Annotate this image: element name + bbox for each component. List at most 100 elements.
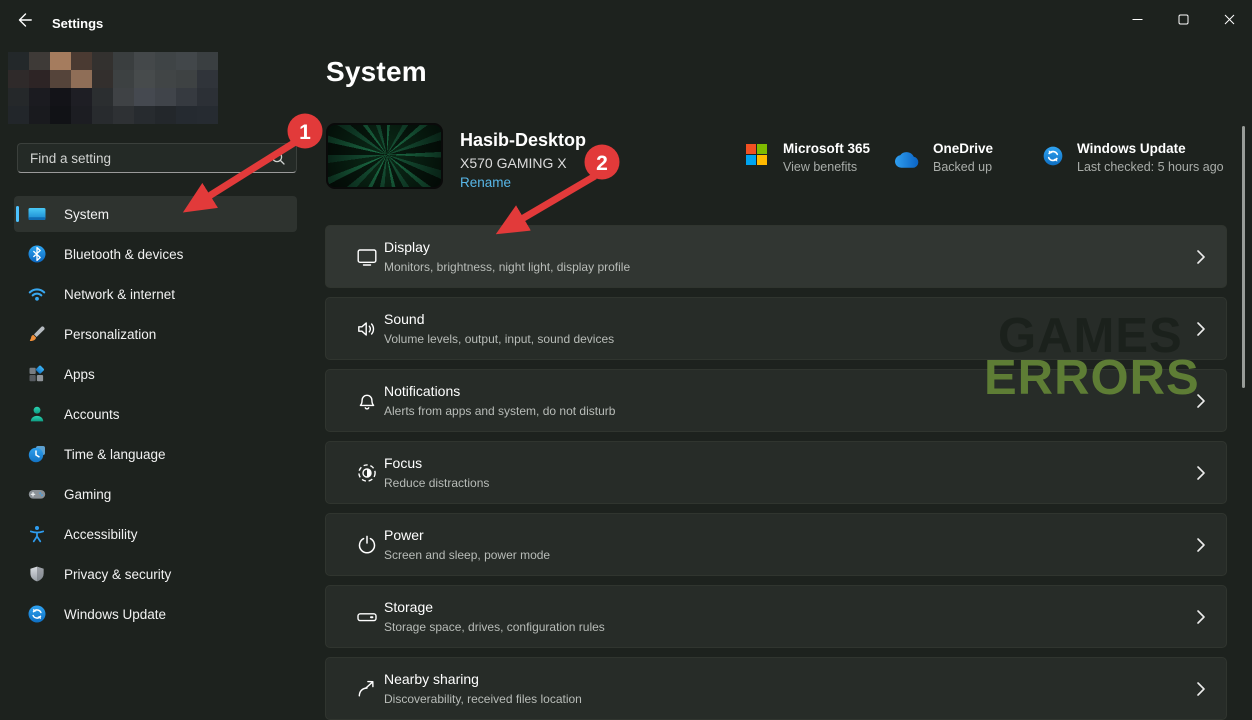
settings-item-title: Notifications [384,383,615,399]
status-card-title: Windows Update [1077,141,1224,156]
status-card-title: OneDrive [933,141,993,156]
page-title: System [326,56,427,88]
maximize-button[interactable] [1160,0,1206,38]
nearby-sharing-icon [355,677,379,701]
annotation-number-1: 1 [299,121,311,144]
status-card-subtitle: View benefits [783,160,870,174]
settings-window: Settings System [0,0,1252,711]
settings-item-title: Sound [384,311,614,327]
app-title: Settings [52,16,103,31]
sidebar-item-network-internet[interactable]: Network & internet [14,276,297,312]
maximize-icon [1178,14,1189,25]
sidebar-item-label: Time & language [64,447,166,462]
shield-icon [27,564,47,584]
minimize-button[interactable] [1114,0,1160,38]
annotation-number-2: 2 [596,152,608,175]
status-card-microsoft-365[interactable]: Microsoft 365 View benefits [746,141,870,174]
settings-item-focus[interactable]: Focus Reduce distractions [325,441,1227,504]
settings-item-title: Display [384,239,630,255]
person-icon [27,404,47,424]
sidebar-item-system[interactable]: System [14,196,297,232]
search-input[interactable] [18,151,270,166]
settings-item-storage[interactable]: Storage Storage space, drives, configura… [325,585,1227,648]
chevron-right-icon [1196,681,1206,697]
search-icon [270,150,286,166]
status-card-onedrive[interactable]: OneDrive Backed up [894,141,993,174]
apps-icon [27,364,47,384]
settings-item-subtitle: Screen and sleep, power mode [384,548,550,562]
scrollbar[interactable] [1242,126,1245,388]
bluetooth-icon [27,244,47,264]
settings-item-title: Focus [384,455,489,471]
sidebar-item-label: System [64,207,109,222]
sidebar-item-apps[interactable]: Apps [14,356,297,392]
minimize-icon [1132,14,1143,25]
sidebar-item-label: Apps [64,367,95,382]
settings-item-power[interactable]: Power Screen and sleep, power mode [325,513,1227,576]
annotation-arrow-2 [503,176,595,230]
settings-list: Display Monitors, brightness, night ligh… [325,225,1227,720]
settings-item-subtitle: Storage space, drives, configuration rul… [384,620,605,634]
sidebar-item-label: Gaming [64,487,111,502]
status-card-windows-update[interactable]: Windows Update Last checked: 5 hours ago [1042,141,1224,174]
close-icon [1224,14,1235,25]
brush-icon [27,324,47,344]
gamepad-icon [27,484,47,504]
sidebar-item-label: Bluetooth & devices [64,247,183,262]
settings-item-subtitle: Alerts from apps and system, do not dist… [384,404,615,418]
sidebar-item-personalization[interactable]: Personalization [14,316,297,352]
titlebar: Settings [0,0,1252,40]
windows-update-icon [27,604,47,624]
rename-link[interactable]: Rename [460,175,511,190]
notifications-bell-icon [355,389,379,413]
status-card-title: Microsoft 365 [783,141,870,156]
sidebar-item-bluetooth-devices[interactable]: Bluetooth & devices [14,236,297,272]
status-card-subtitle: Last checked: 5 hours ago [1077,160,1224,174]
settings-item-subtitle: Monitors, brightness, night light, displ… [384,260,630,274]
clock-globe-icon [27,444,47,464]
annotation-badge-2 [585,145,620,180]
sidebar-item-gaming[interactable]: Gaming [14,476,297,512]
wifi-icon [27,284,47,304]
sound-icon [355,317,379,341]
device-wallpaper-thumbnail [326,123,443,189]
sidebar-item-label: Accounts [64,407,120,422]
power-icon [355,533,379,557]
sidebar-item-windows-update[interactable]: Windows Update [14,596,297,632]
close-button[interactable] [1206,0,1252,38]
watermark-errors: ERRORS [984,350,1200,406]
settings-item-title: Nearby sharing [384,671,582,687]
chevron-right-icon [1196,537,1206,553]
sidebar-item-time-language[interactable]: Time & language [14,436,297,472]
storage-drive-icon [355,605,379,629]
chevron-right-icon [1196,249,1206,265]
back-arrow-icon [16,11,34,29]
settings-item-display[interactable]: Display Monitors, brightness, night ligh… [325,225,1227,288]
accessibility-person-icon [27,524,47,544]
microsoft-logo-icon [746,144,767,165]
device-model: X570 GAMING X [460,155,567,171]
search-box[interactable] [17,143,297,173]
sidebar-nav: System Bluetooth & devices Network & int… [14,196,297,636]
user-avatar-blurred[interactable] [8,52,218,124]
sidebar-item-label: Accessibility [64,527,138,542]
sidebar-item-label: Windows Update [64,607,166,622]
status-card-subtitle: Backed up [933,160,993,174]
back-button[interactable] [10,7,40,33]
onedrive-cloud-icon [894,150,924,169]
settings-item-title: Storage [384,599,605,615]
focus-icon [355,461,379,485]
selection-indicator [16,206,19,222]
chevron-right-icon [1196,465,1206,481]
sidebar-item-privacy-security[interactable]: Privacy & security [14,556,297,592]
chevron-right-icon [1196,321,1206,337]
settings-item-subtitle: Reduce distractions [384,476,489,490]
window-controls [1114,0,1252,38]
sidebar-item-accounts[interactable]: Accounts [14,396,297,432]
sidebar-item-accessibility[interactable]: Accessibility [14,516,297,552]
sidebar-item-label: Privacy & security [64,567,171,582]
device-name: Hasib-Desktop [460,130,586,151]
sidebar-item-label: Personalization [64,327,156,342]
system-icon [27,204,47,224]
settings-item-subtitle: Volume levels, output, input, sound devi… [384,332,614,346]
